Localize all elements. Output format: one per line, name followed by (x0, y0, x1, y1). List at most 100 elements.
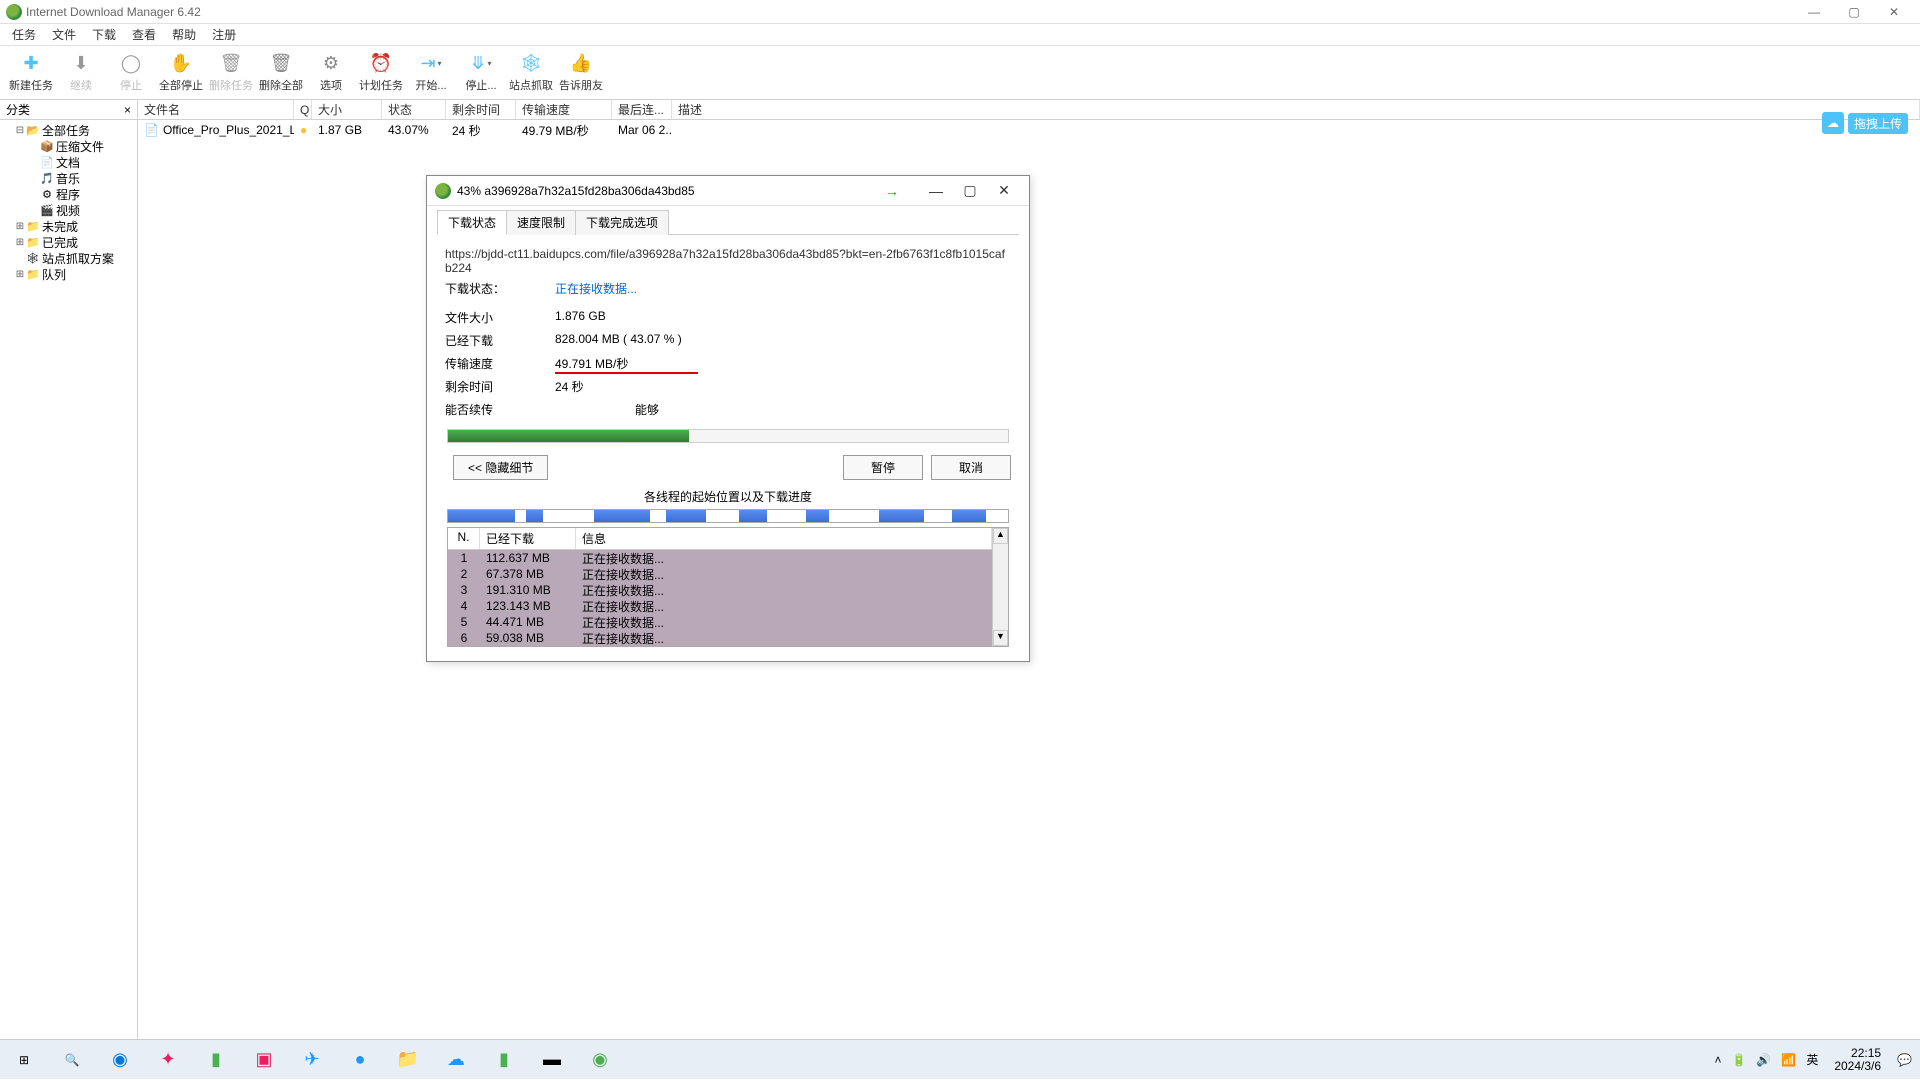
cloud-icon[interactable]: ☁ (1822, 112, 1844, 134)
menu-download[interactable]: 下载 (84, 24, 124, 45)
tree-music[interactable]: 🎵 音乐 (0, 170, 137, 186)
dialog-minimize-button[interactable]: — (919, 179, 953, 203)
thread-row[interactable]: 544.471 MB正在接收数据... (448, 614, 992, 630)
tab-speed-limit[interactable]: 速度限制 (506, 210, 576, 235)
menu-file[interactable]: 文件 (44, 24, 84, 45)
thread-downloaded: 112.637 MB (480, 551, 576, 565)
system-tray: ˄ 🔋 🔊 📶 英 22:15 2024/3/6 💬 (1714, 1047, 1920, 1073)
tree-compressed[interactable]: 📦 压缩文件 (0, 138, 137, 154)
th-info[interactable]: 信息 (576, 528, 992, 549)
menu-view[interactable]: 查看 (124, 24, 164, 45)
list-row[interactable]: 📄 Office_Pro_Plus_2021_LT... ● 1.87 GB 4… (138, 120, 1920, 140)
sidebar: 分类 × ⊟ 📂 全部任务 📦 压缩文件 📄 文档 🎵 音乐 ⚙ (0, 100, 138, 1039)
delete-task-button[interactable]: 🗑 删除任务 (207, 47, 255, 99)
col-size[interactable]: 大小 (312, 100, 382, 119)
scroll-down-icon[interactable]: ▼ (993, 630, 1008, 646)
thread-row[interactable]: 659.038 MB正在接收数据... (448, 630, 992, 646)
thread-scrollbar[interactable]: ▲ ▼ (992, 528, 1008, 646)
expand-icon[interactable]: ⊞ (14, 237, 26, 248)
th-downloaded[interactable]: 已经下载 (480, 528, 576, 549)
dialog-maximize-button[interactable]: ▢ (953, 179, 987, 203)
thread-info: 正在接收数据... (576, 550, 992, 567)
tell-friend-button[interactable]: 👍 告诉朋友 (557, 47, 605, 99)
thread-row[interactable]: 4123.143 MB正在接收数据... (448, 598, 992, 614)
tray-chevron-icon[interactable]: ˄ (1714, 1053, 1721, 1067)
menu-help[interactable]: 帮助 (164, 24, 204, 45)
delete-all-button[interactable]: 🗑 删除全部 (257, 47, 305, 99)
col-status[interactable]: 状态 (382, 100, 446, 119)
tray-ime[interactable]: 英 (1806, 1051, 1818, 1068)
thread-row[interactable]: 3191.310 MB正在接收数据... (448, 582, 992, 598)
menu-register[interactable]: 注册 (204, 24, 244, 45)
dialog-titlebar[interactable]: 43% a396928a7h32a15fd28ba306da43bd85 → —… (427, 176, 1029, 206)
taskbar-app2[interactable]: ▮ (192, 1040, 240, 1080)
taskbar-app5[interactable]: ● (336, 1040, 384, 1080)
thread-num: 1 (448, 551, 480, 565)
collapse-icon[interactable]: ⊟ (14, 125, 26, 136)
stop-start-button[interactable]: ⤋▾ 停止... (457, 47, 505, 99)
thread-row[interactable]: 267.378 MB正在接收数据... (448, 566, 992, 582)
search-button[interactable]: 🔍 (48, 1040, 96, 1080)
taskbar-app6[interactable]: ☁ (432, 1040, 480, 1080)
col-desc[interactable]: 描述 (672, 100, 1920, 119)
taskbar-idm[interactable]: ◉ (576, 1040, 624, 1080)
sidebar-close-icon[interactable]: × (124, 103, 131, 117)
expand-icon[interactable]: ⊞ (14, 221, 26, 232)
tree-unfinished[interactable]: ⊞ 📁 未完成 (0, 218, 137, 234)
col-remaining[interactable]: 剩余时间 (446, 100, 516, 119)
thread-table-header: N. 已经下载 信息 (448, 528, 992, 550)
value-resumable: 能够 (555, 401, 659, 418)
pause-button[interactable]: 暂停 (843, 455, 923, 480)
tree-video[interactable]: 🎬 视频 (0, 202, 137, 218)
col-last[interactable]: 最后连... (612, 100, 672, 119)
resume-button[interactable]: ⬇ 继续 (57, 47, 105, 99)
hide-details-button[interactable]: << 隐藏细节 (453, 455, 548, 480)
stop-button[interactable]: ◯ 停止 (107, 47, 155, 99)
taskbar-clock[interactable]: 22:15 2024/3/6 (1828, 1047, 1887, 1073)
tray-notifications-icon[interactable]: 💬 (1897, 1053, 1912, 1067)
taskbar-edge[interactable]: ◉ (96, 1040, 144, 1080)
tree-finished[interactable]: ⊞ 📁 已完成 (0, 234, 137, 250)
start-button[interactable]: ⊞ (0, 1040, 48, 1080)
tab-download-status[interactable]: 下载状态 (437, 210, 507, 235)
start-button[interactable]: ⇥▾ 开始... (407, 47, 455, 99)
tree-queue[interactable]: ⊞ 📁 队列 (0, 266, 137, 282)
tree-grab-plan[interactable]: 🕸 站点抓取方案 (0, 250, 137, 266)
tray-volume-icon[interactable]: 🔊 (1756, 1053, 1771, 1067)
stop-all-button[interactable]: ✋ 全部停止 (157, 47, 205, 99)
col-speed[interactable]: 传输速度 (516, 100, 612, 119)
expand-icon[interactable]: ⊞ (14, 269, 26, 280)
options-button[interactable]: ⚙ 选项 (307, 47, 355, 99)
taskbar-app7[interactable]: ▮ (480, 1040, 528, 1080)
tree-all-tasks[interactable]: ⊟ 📂 全部任务 (0, 122, 137, 138)
dialog-close-button[interactable]: ✕ (987, 179, 1021, 203)
list-header: 文件名 Q 大小 状态 剩余时间 传输速度 最后连... 描述 (138, 100, 1920, 120)
col-queue[interactable]: Q (294, 100, 312, 119)
menu-tasks[interactable]: 任务 (4, 24, 44, 45)
thread-row[interactable]: 1112.637 MB正在接收数据... (448, 550, 992, 566)
taskbar-app1[interactable]: ✦ (144, 1040, 192, 1080)
taskbar-terminal[interactable]: ▬ (528, 1040, 576, 1080)
tab-on-complete[interactable]: 下载完成选项 (575, 210, 669, 235)
grab-icon: 🕸 (26, 251, 40, 265)
cancel-button[interactable]: 取消 (931, 455, 1011, 480)
th-number[interactable]: N. (448, 528, 480, 549)
tree-programs[interactable]: ⚙ 程序 (0, 186, 137, 202)
scroll-up-icon[interactable]: ▲ (993, 528, 1008, 544)
site-grabber-button[interactable]: 🕸 站点抓取 (507, 47, 555, 99)
tray-battery-icon[interactable]: 🔋 (1731, 1053, 1746, 1067)
search-icon: 🔍 (65, 1053, 80, 1067)
spider-icon: 🕸 (520, 53, 542, 75)
maximize-button[interactable]: ▢ (1834, 0, 1874, 24)
tray-wifi-icon[interactable]: 📶 (1781, 1053, 1796, 1067)
minimize-button[interactable]: — (1794, 0, 1834, 24)
new-task-button[interactable]: ✚ 新建任务 (7, 47, 55, 99)
close-button[interactable]: ✕ (1874, 0, 1914, 24)
drag-upload-button[interactable]: 拖拽上传 (1848, 113, 1908, 134)
taskbar-app4[interactable]: ✈ (288, 1040, 336, 1080)
col-filename[interactable]: 文件名 (138, 100, 294, 119)
tree-documents[interactable]: 📄 文档 (0, 154, 137, 170)
taskbar-explorer[interactable]: 📁 (384, 1040, 432, 1080)
taskbar-app3[interactable]: ▣ (240, 1040, 288, 1080)
schedule-button[interactable]: ⏰ 计划任务 (357, 47, 405, 99)
